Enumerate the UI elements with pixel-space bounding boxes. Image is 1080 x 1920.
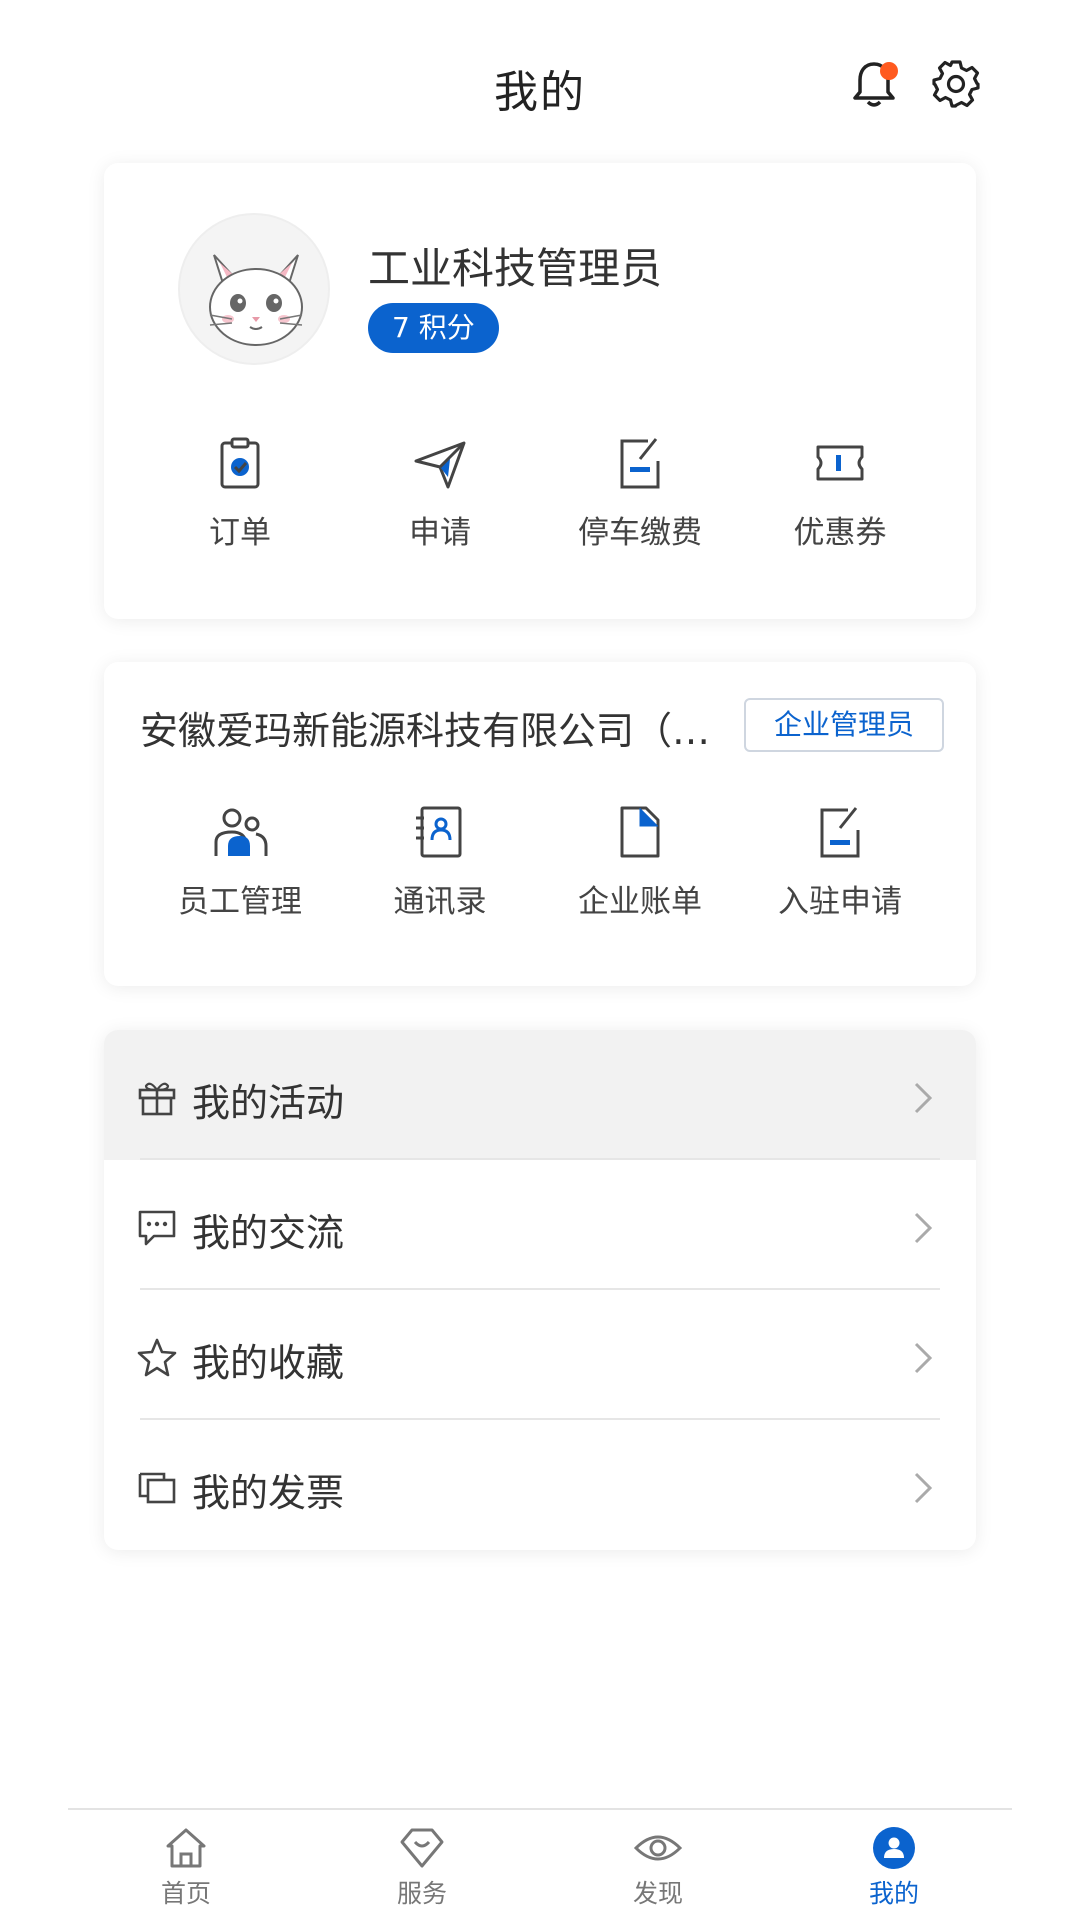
shortcut-order[interactable]: 订单 (140, 433, 340, 552)
tab-mine[interactable]: 我的 (834, 1824, 954, 1910)
gift-icon (138, 1082, 176, 1116)
settle-apply-icon (820, 807, 860, 858)
tab-label: 发现 (632, 1879, 683, 1908)
chevron-right-icon (914, 1342, 933, 1374)
menu-item-favorites[interactable]: 我的收藏 (104, 1290, 976, 1420)
company-card: 安徽爱玛新能源科技有限公司（… 企业管理员 员工管理 通讯录 企业账单 入驻申请 (104, 662, 976, 986)
company-shortcuts: 员工管理 通讯录 企业账单 入驻申请 (104, 802, 976, 921)
shortcut-label: 入驻申请 (778, 884, 902, 920)
contacts-icon (416, 806, 462, 858)
shortcut-label: 申请 (409, 515, 471, 551)
eye-icon (634, 1835, 682, 1861)
chevron-right-icon (914, 1472, 933, 1504)
parking-fee-icon (620, 438, 660, 489)
invoice-icon (138, 1472, 176, 1504)
user-name: 工业科技管理员 (368, 244, 663, 293)
coupon-icon (816, 445, 864, 481)
home-icon (166, 1828, 206, 1868)
menu-item-invoices[interactable]: 我的发票 (104, 1420, 976, 1550)
staff-icon (214, 808, 268, 856)
shortcut-settle-apply[interactable]: 入驻申请 (740, 802, 940, 921)
shortcut-parking-fee[interactable]: 停车缴费 (540, 433, 740, 552)
shortcut-label: 员工管理 (178, 884, 302, 920)
shortcut-apply[interactable]: 申请 (340, 433, 540, 552)
menu-item-label: 我的交流 (192, 1211, 345, 1255)
company-name[interactable]: 安徽爱玛新能源科技有限公司（… (140, 700, 720, 755)
menu-item-activities[interactable]: 我的活动 (104, 1030, 976, 1160)
apply-icon (414, 441, 466, 489)
cat-avatar-icon (209, 254, 303, 346)
points-badge[interactable]: 7 积分 (368, 303, 499, 353)
tab-home[interactable]: 首页 (126, 1824, 246, 1910)
shortcut-coupon[interactable]: 优惠券 (740, 433, 940, 552)
tab-label: 首页 (160, 1879, 211, 1908)
shortcut-staff[interactable]: 员工管理 (140, 802, 340, 921)
shortcut-bill[interactable]: 企业账单 (540, 802, 740, 921)
star-icon (137, 1338, 177, 1377)
chevron-right-icon (914, 1082, 933, 1114)
profile-card: 工业科技管理员 7 积分 订单 申请 停车缴费 优惠券 (104, 163, 976, 619)
notification-dot (880, 62, 898, 80)
order-icon (220, 437, 260, 489)
top-header: 我的 (0, 0, 1080, 170)
menu-item-label: 我的活动 (192, 1081, 345, 1125)
chat-icon (138, 1210, 176, 1246)
avatar[interactable] (178, 213, 330, 365)
shortcut-contacts[interactable]: 通讯录 (340, 802, 540, 921)
shortcut-label: 企业账单 (578, 884, 702, 920)
bill-icon (620, 806, 660, 858)
shortcut-label: 通讯录 (393, 884, 487, 920)
shortcut-label: 优惠券 (793, 515, 887, 551)
service-icon (400, 1828, 444, 1868)
page-title: 我的 (494, 67, 586, 118)
menu-item-label: 我的收藏 (192, 1341, 345, 1385)
enterprise-admin-badge[interactable]: 企业管理员 (744, 698, 944, 752)
shortcut-label: 停车缴费 (578, 515, 702, 551)
tab-discover[interactable]: 发现 (598, 1824, 718, 1910)
settings-gear-icon[interactable] (928, 56, 984, 112)
tab-label: 我的 (868, 1879, 919, 1908)
menu-card: 我的活动 我的交流 我的收藏 我的发票 (104, 1030, 976, 1550)
menu-item-label: 我的发票 (192, 1471, 345, 1515)
bottom-tab-bar: 首页 服务 发现 我的 (68, 1808, 1012, 1920)
profile-shortcuts: 订单 申请 停车缴费 优惠券 (104, 433, 976, 552)
tab-label: 服务 (396, 1879, 447, 1908)
chevron-right-icon (914, 1212, 933, 1244)
tab-service[interactable]: 服务 (362, 1824, 482, 1910)
shortcut-label: 订单 (209, 515, 271, 551)
menu-item-exchanges[interactable]: 我的交流 (104, 1160, 976, 1290)
user-icon (873, 1827, 915, 1869)
